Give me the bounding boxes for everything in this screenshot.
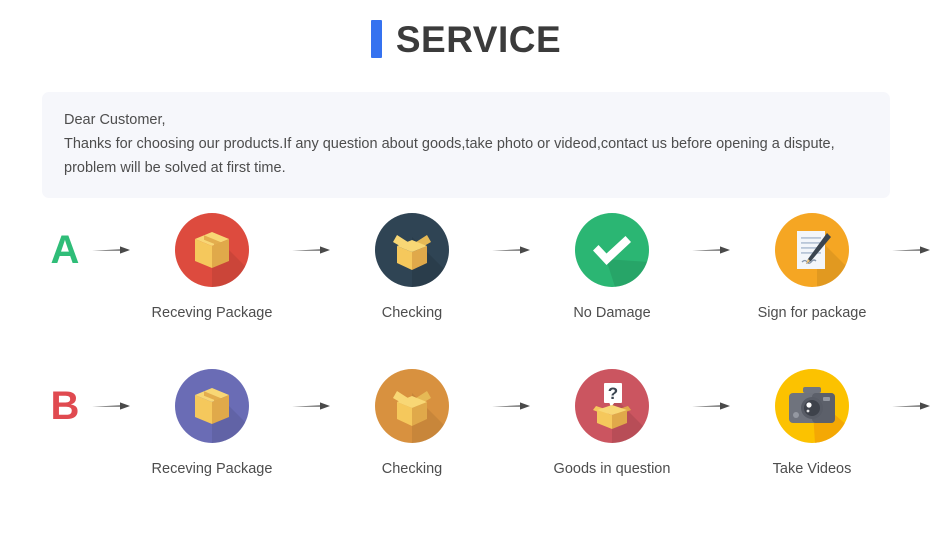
open-box-icon <box>375 213 449 287</box>
flow-step-label: Receving Package <box>151 305 273 321</box>
flow-step-b-4: Take Videos <box>738 362 886 479</box>
flow-step-b-1: Receving Package <box>138 362 286 479</box>
package-box-icon <box>175 369 249 443</box>
title-accent-bar <box>370 20 382 58</box>
question-box-icon: ? <box>575 369 649 443</box>
flow-step-a-3: No Damage <box>538 206 686 323</box>
notice-line-2: Thanks for choosing our products.If any … <box>64 136 835 152</box>
package-box-icon <box>175 213 249 287</box>
svg-text:?: ? <box>608 384 618 403</box>
camera-icon <box>775 369 849 443</box>
open-box-icon <box>375 369 449 443</box>
flow-step-label: Sign for package <box>757 305 867 321</box>
flow-step-label: Checking <box>381 305 443 321</box>
flow-step-label: Checking <box>381 461 443 477</box>
arrow-right-icon <box>686 362 738 450</box>
arrow-right-icon <box>686 206 738 294</box>
notice-line-1: Dear Customer, <box>64 112 166 128</box>
arrow-right-icon <box>486 362 538 450</box>
service-info-page: SERVICE Dear Customer, Thanks for choosi… <box>0 0 932 550</box>
flow-step-a-1: Receving Package <box>138 206 286 323</box>
arrow-right-icon <box>86 206 138 294</box>
page-header: SERVICE <box>0 0 932 60</box>
flow-row-b: B Receving Package Checking ? Goods in q… <box>0 362 932 499</box>
flow-step-label: Goods in question <box>553 461 671 477</box>
arrow-right-icon <box>286 206 338 294</box>
arrow-right-icon <box>86 362 138 450</box>
flow-step-a-2: Checking <box>338 206 486 323</box>
flow-step-b-3: ? Goods in question <box>538 362 686 479</box>
flow-row-a: A Receving Package Checking No Damage Si… <box>0 206 932 323</box>
flow-step-b-2: Checking <box>338 362 486 479</box>
arrow-right-icon <box>286 362 338 450</box>
arrow-right-icon <box>886 206 932 294</box>
flow-label-b: B <box>50 384 80 428</box>
document-pen-icon <box>775 213 849 287</box>
flow-step-label: No Damage <box>573 305 651 321</box>
flow-step-label: Take Videos <box>772 461 852 477</box>
flow-step-a-4: Sign for package <box>738 206 886 323</box>
flow-label-a: A <box>50 228 80 272</box>
arrow-right-icon <box>486 206 538 294</box>
notice-line-3: problem will be solved at first time. <box>64 160 286 176</box>
flow-step-label: Receving Package <box>151 461 273 477</box>
check-mark-icon <box>575 213 649 287</box>
arrow-right-icon <box>886 362 932 450</box>
customer-notice-box: Dear Customer, Thanks for choosing our p… <box>42 92 890 198</box>
page-title: SERVICE <box>395 18 562 60</box>
